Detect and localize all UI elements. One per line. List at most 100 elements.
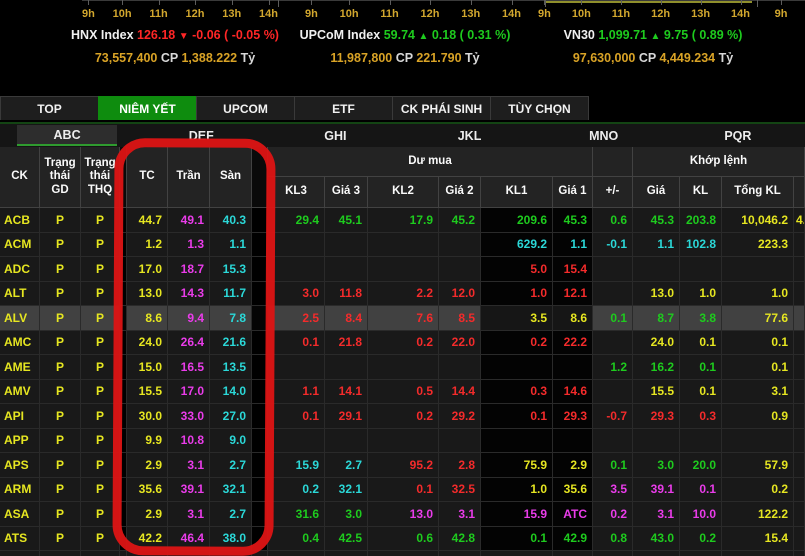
floor-price-cell: 13.5 bbox=[210, 355, 252, 380]
status-thq-cell: P bbox=[81, 527, 120, 552]
ticker-cell[interactable]: API bbox=[0, 404, 40, 429]
matched-price-cell: 24.0 bbox=[633, 331, 680, 356]
time-axis-label: 10h bbox=[340, 8, 359, 20]
spacer-cell bbox=[120, 404, 127, 429]
ticker-cell[interactable]: ALV bbox=[0, 306, 40, 331]
bid3-price-cell: 45.1 bbox=[325, 208, 368, 233]
empty-cell bbox=[325, 551, 368, 556]
bid1-price-cell: 8.6 bbox=[553, 306, 593, 331]
status-thq-cell: P bbox=[81, 404, 120, 429]
letter-tab-abc[interactable]: ABC bbox=[0, 124, 134, 147]
time-axis-label: 9h bbox=[775, 8, 788, 20]
tab-top[interactable]: TOP bbox=[0, 96, 99, 120]
ticker-cell[interactable]: APP bbox=[0, 429, 40, 454]
letter-tab-abc-box[interactable]: ABC bbox=[17, 125, 117, 146]
ticker-cell[interactable]: ATS bbox=[0, 527, 40, 552]
change-cell: 0.2 bbox=[593, 502, 633, 527]
volume-unit: CP bbox=[639, 51, 656, 65]
ref-price-cell: 2.9 bbox=[127, 502, 168, 527]
ticker-cell[interactable]: AME bbox=[0, 355, 40, 380]
up-arrow-icon: ▲ bbox=[418, 31, 428, 42]
turnover-value: 221.790 bbox=[416, 51, 461, 65]
ticker-cell[interactable]: APS bbox=[0, 453, 40, 478]
bid1-volume-cell: 1.0 bbox=[481, 282, 553, 307]
time-axis-label: 11h bbox=[149, 8, 167, 20]
col-header-tc: TC bbox=[127, 147, 168, 208]
total-volume-cell: 15.4 bbox=[722, 527, 794, 552]
letter-tab-pqr[interactable]: PQR bbox=[671, 124, 805, 147]
spacer-cell bbox=[120, 355, 127, 380]
matched-price-cell bbox=[633, 429, 680, 454]
matched-volume-cell: 0.1 bbox=[680, 331, 722, 356]
floor-price-cell: 14.0 bbox=[210, 380, 252, 405]
change-cell bbox=[593, 257, 633, 282]
bid2-volume-cell: 2.2 bbox=[368, 282, 439, 307]
index-value: 1,099.71 bbox=[598, 28, 647, 42]
clipped-next-cell bbox=[794, 404, 805, 429]
change-header-top bbox=[593, 147, 633, 177]
bid1-price-cell bbox=[553, 429, 593, 454]
upcom-index-summary: UPCoM Index 59.74 ▲ 0.18 ( 0.31 %) bbox=[290, 28, 520, 44]
change-cell: -0.7 bbox=[593, 404, 633, 429]
total-volume-cell: 223.3 bbox=[722, 233, 794, 258]
empty-cell bbox=[210, 551, 252, 556]
letter-tab-mno[interactable]: MNO bbox=[537, 124, 671, 147]
status-thq-cell: P bbox=[81, 502, 120, 527]
tab-niem-yet[interactable]: NIÊM YẾT bbox=[98, 96, 197, 120]
letter-tab-def[interactable]: DEF bbox=[134, 124, 268, 147]
group-header-khop-lenh: Khớp lệnh bbox=[633, 147, 805, 177]
matched-price-cell: 13.0 bbox=[633, 282, 680, 307]
matched-price-cell: 3.1 bbox=[633, 502, 680, 527]
spacer-cell bbox=[120, 331, 127, 356]
bid3-volume-cell: 2.5 bbox=[268, 306, 325, 331]
time-axis-label: 10h bbox=[572, 8, 591, 20]
bid1-volume-cell: 3.5 bbox=[481, 306, 553, 331]
volume-unit: CP bbox=[161, 51, 178, 65]
bid1-volume-cell: 1.0 bbox=[481, 478, 553, 503]
empty-cell bbox=[439, 551, 481, 556]
index-value: 126.18 bbox=[137, 28, 175, 42]
status-gd-cell: P bbox=[40, 233, 81, 258]
ticker-cell[interactable]: ACM bbox=[0, 233, 40, 258]
time-axis-label: 11h bbox=[612, 8, 630, 20]
letter-tab-ghi[interactable]: GHI bbox=[268, 124, 402, 147]
status-gd-cell: P bbox=[40, 257, 81, 282]
empty-cell bbox=[553, 551, 593, 556]
tab-upcom[interactable]: UPCOM bbox=[196, 96, 295, 120]
chart-panel-divider bbox=[278, 0, 279, 7]
ticker-cell[interactable]: ARM bbox=[0, 478, 40, 503]
tab-etf[interactable]: ETF bbox=[294, 96, 393, 120]
empty-cell bbox=[368, 551, 439, 556]
vn30-time-axis: 9h10h11h12h13h14h bbox=[538, 8, 750, 20]
bid3-price-cell bbox=[325, 257, 368, 282]
volume-unit: CP bbox=[396, 51, 413, 65]
floor-price-cell: 7.8 bbox=[210, 306, 252, 331]
spacer-cell bbox=[120, 429, 127, 454]
chart-panel-divider bbox=[757, 0, 758, 7]
tab-ck-phai-sinh[interactable]: CK PHÁI SINH bbox=[392, 96, 491, 120]
ticker-cell[interactable]: ALT bbox=[0, 282, 40, 307]
ticker-cell[interactable]: ACB bbox=[0, 208, 40, 233]
bid2-price-cell: 3.1 bbox=[439, 502, 481, 527]
matched-price-cell: 45.3 bbox=[633, 208, 680, 233]
status-gd-cell: P bbox=[40, 478, 81, 503]
ticker-cell[interactable]: AMV bbox=[0, 380, 40, 405]
down-arrow-icon: ▼ bbox=[179, 31, 189, 42]
floor-price-cell: 38.0 bbox=[210, 527, 252, 552]
ticker-cell[interactable]: ADC bbox=[0, 257, 40, 282]
next-panel-time-axis: 9h bbox=[766, 8, 796, 20]
bid3-price-cell: 29.1 bbox=[325, 404, 368, 429]
floor-price-cell: 1.1 bbox=[210, 233, 252, 258]
tab-tuy-chon[interactable]: TÙY CHỌN bbox=[490, 96, 589, 120]
time-axis-label: 14h bbox=[502, 8, 521, 20]
letter-tab-jkl[interactable]: JKL bbox=[402, 124, 536, 147]
bid3-price-cell bbox=[325, 233, 368, 258]
change-cell bbox=[593, 429, 633, 454]
ticker-cell[interactable]: AMC bbox=[0, 331, 40, 356]
matched-volume-cell: 102.8 bbox=[680, 233, 722, 258]
matched-volume-cell: 3.8 bbox=[680, 306, 722, 331]
bid1-volume-cell: 209.6 bbox=[481, 208, 553, 233]
ticker-cell[interactable]: ASA bbox=[0, 502, 40, 527]
board-tabs: TOP NIÊM YẾT UPCOM ETF CK PHÁI SINH TÙY … bbox=[0, 96, 805, 124]
spacer-cell bbox=[252, 478, 268, 503]
